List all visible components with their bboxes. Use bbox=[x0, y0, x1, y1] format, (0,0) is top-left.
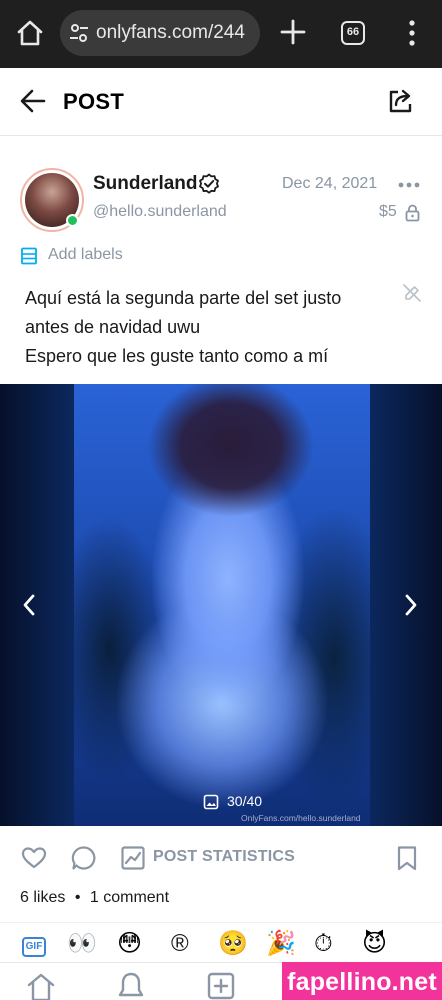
home-icon[interactable] bbox=[26, 971, 56, 1000]
verified-badge-icon bbox=[199, 173, 219, 194]
chevron-left-icon[interactable] bbox=[18, 590, 40, 620]
post-statistics-button[interactable]: POST STATISTICS bbox=[153, 848, 295, 866]
reaction-eyes[interactable]: 👀 bbox=[67, 930, 97, 958]
reaction-pleading[interactable]: 🥺 bbox=[218, 930, 248, 958]
address-url: onlyfans.com/244 bbox=[96, 22, 245, 43]
caption-line: antes de navidad uwu bbox=[25, 317, 201, 337]
new-tab-icon[interactable] bbox=[278, 17, 308, 47]
media-watermark: OnlyFans.com/hello.sunderland bbox=[241, 813, 361, 823]
author-avatar[interactable] bbox=[20, 168, 84, 232]
back-arrow-icon[interactable] bbox=[20, 88, 46, 114]
likes-count[interactable]: 6 likes bbox=[20, 889, 65, 906]
like-heart-icon[interactable] bbox=[21, 845, 47, 871]
reaction-party[interactable]: 🎉 bbox=[266, 930, 296, 958]
lock-icon bbox=[405, 204, 420, 222]
media-count: 30/40 bbox=[227, 793, 263, 809]
reaction-devil[interactable]: 😈 bbox=[362, 930, 387, 958]
comment-icon[interactable] bbox=[71, 845, 97, 871]
caption-line: Espero que les guste tanto como a mí bbox=[25, 346, 329, 366]
author-name[interactable]: Sunderland bbox=[93, 173, 198, 195]
tabs-button[interactable]: 66 bbox=[341, 21, 365, 45]
post-price: $5 bbox=[379, 203, 397, 220]
post-header: POST bbox=[0, 68, 442, 136]
label-icon bbox=[21, 247, 37, 265]
browser-toolbar: onlyfans.com/244 66 bbox=[0, 0, 442, 68]
address-bar[interactable]: onlyfans.com/244 bbox=[60, 10, 260, 56]
more-options-icon[interactable] bbox=[398, 180, 420, 190]
engagement-counts: 6 likes • 1 comment bbox=[20, 889, 169, 907]
separator-dot: • bbox=[74, 889, 81, 906]
post-caption: Aquí está la segunda parte del set justo… bbox=[25, 284, 385, 371]
add-post-icon[interactable] bbox=[206, 971, 236, 1000]
chevron-right-icon[interactable] bbox=[400, 590, 422, 620]
promo-watermark: fapellino.net bbox=[282, 962, 442, 1000]
page-title: POST bbox=[63, 89, 125, 114]
emoji-reaction-bar: GIF 👀 😳 ® 🥺 🎉 ⏱ 😈 bbox=[0, 922, 442, 962]
edit-disabled-icon[interactable] bbox=[401, 282, 423, 304]
comments-count[interactable]: 1 comment bbox=[90, 889, 169, 906]
gif-button[interactable]: GIF bbox=[22, 937, 46, 957]
share-icon[interactable] bbox=[386, 87, 414, 115]
caption-line: Aquí está la segunda parte del set justo bbox=[25, 288, 342, 308]
image-icon bbox=[203, 794, 219, 810]
notifications-icon[interactable] bbox=[116, 971, 146, 1000]
menu-icon[interactable] bbox=[402, 18, 422, 48]
statistics-icon[interactable] bbox=[120, 845, 146, 871]
site-settings-icon[interactable] bbox=[68, 22, 90, 44]
post-date: Dec 24, 2021 bbox=[282, 175, 378, 192]
post-media-carousel[interactable]: 30/40 OnlyFans.com/hello.sunderland bbox=[0, 384, 442, 826]
online-indicator bbox=[66, 214, 79, 227]
post-photo[interactable] bbox=[74, 384, 370, 826]
bookmark-icon[interactable] bbox=[394, 845, 420, 871]
add-labels-text: Add labels bbox=[48, 246, 123, 263]
reaction-registered[interactable]: ® bbox=[171, 930, 189, 958]
reaction-stopwatch[interactable]: ⏱ bbox=[314, 930, 333, 958]
reaction-flushed[interactable]: 😳 bbox=[117, 930, 142, 958]
author-handle[interactable]: @hello.sunderland bbox=[93, 203, 227, 221]
home-icon[interactable] bbox=[14, 17, 46, 49]
